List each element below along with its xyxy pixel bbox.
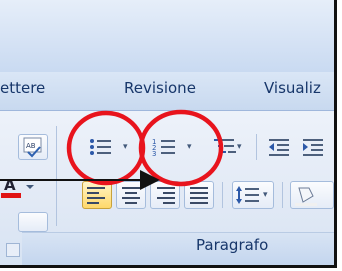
highlight-circle-bullets [66, 110, 146, 186]
annotation-overlay [0, 109, 224, 190]
highlight-circle-numbering [138, 109, 224, 187]
